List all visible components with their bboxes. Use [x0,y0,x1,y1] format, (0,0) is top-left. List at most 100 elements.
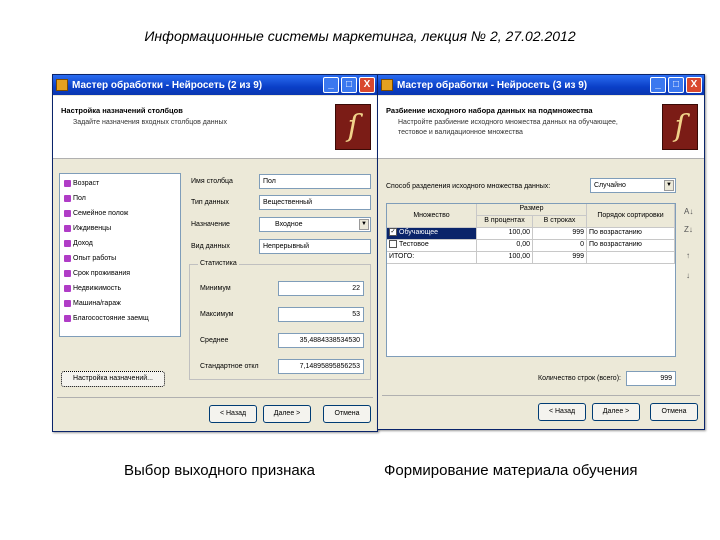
row-order[interactable]: По возрастанию [587,240,675,252]
caption-left: Выбор выходного признака [124,462,315,479]
col-header-size: Размер [477,204,587,216]
list-item-label: Опыт работы [73,255,117,262]
row-name: ИТОГО: [387,252,477,264]
list-item-label: Машина/гараж [73,300,121,307]
columns-list[interactable]: Возраст Пол Семейное полож Иждивенцы Доход Оп… [59,173,181,337]
column-icon [64,300,71,307]
close-button[interactable]: X [686,77,702,93]
cancel-button[interactable]: Отмена [650,403,698,421]
title-bar[interactable]: Мастер обработки - Нейросеть (3 из 9) _ … [378,75,704,95]
list-item[interactable]: Недвижимость [64,285,121,292]
purpose-select[interactable]: Входное ▼ [259,217,371,232]
back-button[interactable]: < Назад [209,405,257,423]
split-table[interactable]: Множество Размер В процентах В строках П… [386,203,676,357]
chevron-down-icon[interactable]: ▼ [359,219,369,230]
col-header-percent: В процентах [477,216,533,228]
col-header-set: Множество [387,204,477,228]
window-title: Мастер обработки - Нейросеть (3 из 9) [397,79,588,91]
next-button[interactable]: Далее > [263,405,311,423]
list-item[interactable]: Опыт работы [64,255,116,262]
list-item[interactable]: Пол [64,195,86,202]
name-label: Имя столбца [191,178,233,185]
header-title: Разбиение исходного набора данных на под… [386,106,593,115]
list-item-label: Доход [73,240,93,247]
method-select[interactable]: Случайно ▼ [590,178,676,193]
checkbox[interactable]: ✓ [389,228,397,237]
column-icon [64,210,71,217]
row-records: 999 [533,228,587,240]
statistics-title: Статистика [198,260,239,267]
row-records: 0 [533,240,587,252]
purpose-value: Входное [275,221,303,228]
list-item-label: Возраст [73,180,100,187]
std-field[interactable]: 7,14895895856253 [278,359,364,374]
back-button[interactable]: < Назад [538,403,586,421]
kind-label: Вид данных [191,243,230,250]
column-icon [64,180,71,187]
list-item[interactable]: Машина/гараж [64,300,121,307]
header-title: Настройка назначений столбцов [61,106,183,115]
list-item[interactable]: Благосостояние заемщ [64,315,149,322]
cancel-button[interactable]: Отмена [323,405,371,423]
list-item[interactable]: Доход [64,240,93,247]
min-label: Минимум [200,285,231,292]
row-order[interactable]: По возрастанию [587,228,675,240]
column-icon [64,225,71,232]
close-button[interactable]: X [359,77,375,93]
list-item[interactable]: Возраст [64,180,99,187]
title-bar[interactable]: Мастер обработки - Нейросеть (2 из 9) _ … [53,75,377,95]
arrow-up-icon[interactable]: ↑ [686,251,690,260]
slide-title: Информационные системы маркетинга, лекци… [144,28,576,44]
min-field[interactable]: 22 [278,281,364,296]
method-value: Случайно [594,182,626,189]
list-item[interactable]: Семейное полож [64,210,128,217]
list-item-label: Пол [73,195,86,202]
column-icon [64,255,71,262]
maximize-button[interactable]: □ [341,77,357,93]
list-item-label: Семейное полож [73,210,129,217]
std-label: Стандартное откл [200,363,259,370]
row-name[interactable]: ✓ Обучающее [387,228,477,240]
column-icon [64,270,71,277]
next-button[interactable]: Далее > [592,403,640,421]
chevron-down-icon[interactable]: ▼ [664,180,674,191]
checkbox[interactable] [389,240,397,249]
minimize-button[interactable]: _ [650,77,666,93]
list-item[interactable]: Срок проживания [64,270,130,277]
col-header-order: Порядок сортировки [587,204,675,228]
app-icon [381,79,393,91]
list-item-label: Недвижимость [73,285,122,292]
count-field[interactable]: 999 [626,371,676,386]
caption-right: Формирование материала обучения [384,462,638,479]
divider [382,395,700,396]
method-label: Способ разделения исходного множества да… [386,183,551,190]
column-icon [64,285,71,292]
name-field[interactable]: Пол [259,174,371,189]
list-item-label: Срок проживания [73,270,131,277]
column-icon [64,195,71,202]
sort-desc-icon[interactable]: Z↓ [684,225,693,234]
deductor-logo-icon: ſ [335,104,371,150]
header-subtitle: Настройте разбиение исходного множества … [398,119,618,136]
row-percent: 100,00 [477,228,533,240]
row-name[interactable]: Тестовое [387,240,477,252]
wizard-header: Настройка назначений столбцов Задайте на… [53,96,377,159]
arrow-down-icon[interactable]: ↓ [686,271,690,280]
maximize-button[interactable]: □ [668,77,684,93]
wizard-header: Разбиение исходного набора данных на под… [378,96,704,159]
app-icon [56,79,68,91]
list-item[interactable]: Иждивенцы [64,225,111,232]
kind-field[interactable]: Непрерывный [259,239,371,254]
sort-asc-icon[interactable]: A↓ [684,207,693,216]
divider [57,397,373,398]
max-field[interactable]: 53 [278,307,364,322]
wizard-window-right: Мастер обработки - Нейросеть (3 из 9) _ … [377,74,705,430]
mean-field[interactable]: 35,4884338534530 [278,333,364,348]
window-title: Мастер обработки - Нейросеть (2 из 9) [72,79,263,91]
row-order [587,252,675,264]
settings-button[interactable]: Настройка назначений... [61,371,165,387]
row-records: 999 [533,252,587,264]
minimize-button[interactable]: _ [323,77,339,93]
type-field[interactable]: Вещественный [259,195,371,210]
col-header-records: В строках [533,216,587,228]
